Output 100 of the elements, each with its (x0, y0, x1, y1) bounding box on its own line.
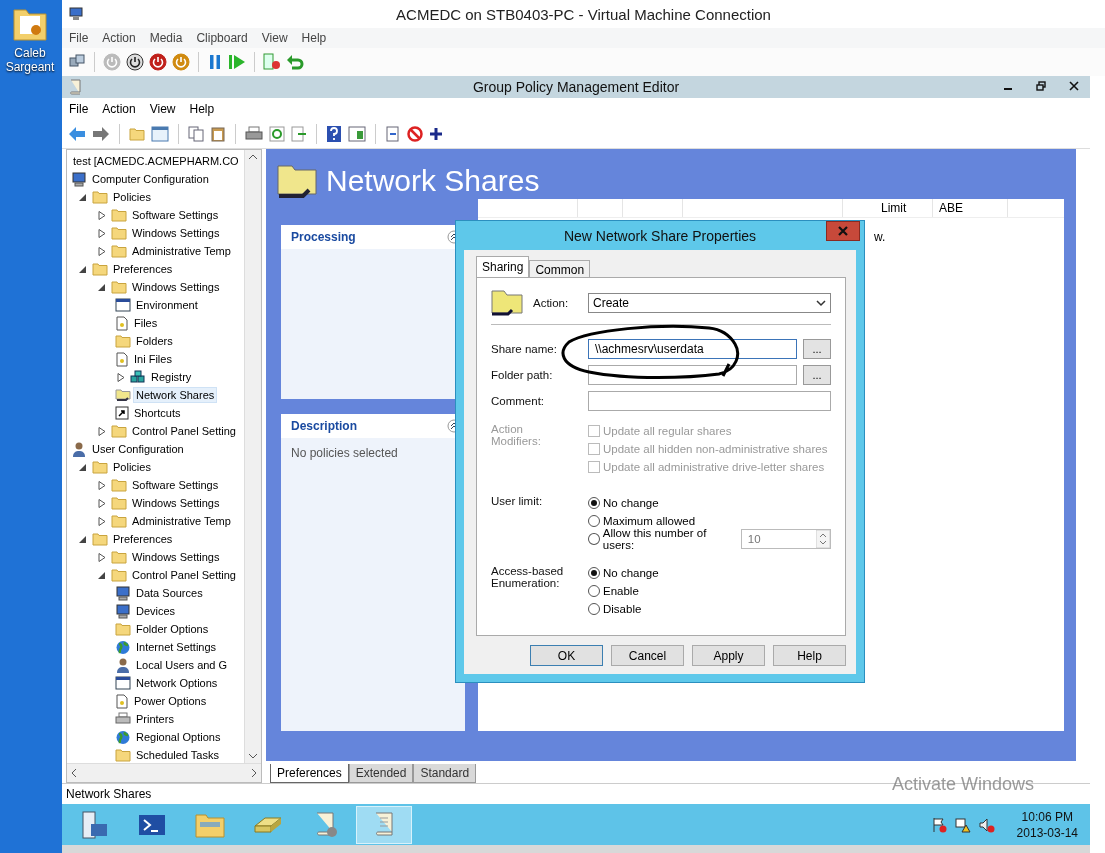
tree-item[interactable]: Software Settings (130, 478, 221, 492)
tree-item[interactable]: Power Options (132, 694, 209, 708)
view-tab[interactable]: Preferences (270, 764, 349, 783)
tree-item[interactable]: Shortcuts (132, 406, 183, 420)
expander-icon[interactable] (79, 462, 87, 472)
tree-item[interactable]: User Configuration (90, 442, 186, 456)
expander-icon[interactable] (98, 426, 106, 436)
radio-button[interactable] (588, 585, 600, 597)
tree-item[interactable]: Devices (134, 604, 178, 618)
menu-item[interactable]: Action (95, 102, 143, 116)
tree-item[interactable]: Windows Settings (130, 496, 222, 510)
expander-icon[interactable] (98, 516, 106, 526)
tree-item[interactable]: Network Shares (134, 388, 217, 402)
column-header[interactable]: ABE (933, 199, 1008, 217)
view-tab[interactable]: Extended (348, 764, 414, 783)
tree-item[interactable]: Computer Configuration (90, 172, 211, 186)
menu-item[interactable]: View (142, 102, 183, 116)
expander-icon[interactable] (79, 264, 87, 274)
tree-item[interactable]: Folders (134, 334, 175, 348)
view-tab[interactable]: Standard (413, 764, 477, 783)
flag-icon[interactable] (930, 816, 947, 833)
column-header[interactable]: Limit (843, 199, 933, 217)
tree-item[interactable]: Environment (134, 298, 200, 312)
tree-item[interactable]: Windows Settings (130, 550, 222, 564)
browse-button[interactable]: ... (803, 365, 831, 385)
tree-item[interactable]: Files (132, 316, 160, 330)
radio-button[interactable] (588, 567, 600, 579)
radio-button[interactable] (588, 497, 600, 509)
stop-icon[interactable] (407, 126, 423, 142)
copy-icon[interactable] (188, 126, 204, 142)
menu-item[interactable]: Help (294, 31, 334, 45)
expander-icon[interactable] (98, 228, 106, 238)
dialog-tab[interactable]: Common (529, 260, 591, 277)
tree-item[interactable]: Regional Options (134, 730, 223, 744)
tree-item[interactable]: Preferences (111, 532, 175, 546)
menu-item[interactable]: View (254, 31, 295, 45)
desktop-icon-label[interactable]: Caleb Sargeant (2, 46, 58, 74)
tree-item[interactable]: Windows Settings (130, 280, 222, 294)
expander-icon[interactable] (98, 480, 106, 490)
tree-item[interactable]: Control Panel Setting (130, 424, 238, 438)
expander-icon[interactable] (79, 534, 87, 544)
plus-icon[interactable] (429, 127, 443, 141)
tree-item[interactable]: Network Options (134, 676, 220, 690)
pane-icon[interactable] (348, 126, 366, 142)
text-field[interactable]: \\achmesrv\userdata (588, 339, 797, 359)
tree-item[interactable]: Preferences (111, 262, 175, 276)
dialog-button[interactable]: Apply (692, 645, 765, 666)
expander-icon[interactable] (98, 246, 106, 256)
forward-icon[interactable] (92, 126, 110, 142)
tree-item[interactable]: Windows Settings (130, 226, 222, 240)
menu-item[interactable]: Action (95, 31, 143, 45)
tree-item[interactable]: Folder Options (134, 622, 211, 636)
undo-icon[interactable] (286, 53, 304, 71)
tree-item[interactable]: Data Sources (134, 586, 205, 600)
dialog-button[interactable]: OK (530, 645, 603, 666)
paste-icon[interactable] (210, 126, 226, 142)
refresh-icon[interactable] (269, 126, 285, 142)
browse-button[interactable]: ... (803, 339, 831, 359)
tree-item[interactable]: test [ACMEDC.ACMEPHARM.CO (71, 154, 241, 168)
expander-icon[interactable] (98, 552, 106, 562)
dialog-button[interactable]: Cancel (611, 645, 684, 666)
pause-icon[interactable] (207, 53, 223, 71)
menu-item[interactable]: Help (182, 102, 222, 116)
vertical-scrollbar[interactable] (244, 150, 261, 763)
pane-toggle-icon[interactable] (151, 126, 169, 142)
expander-icon[interactable] (98, 282, 106, 292)
expander-icon[interactable] (98, 498, 106, 508)
clock-time[interactable]: 10:06 PM (1021, 808, 1073, 825)
tree-item[interactable]: Administrative Temp (130, 244, 233, 258)
network-warning-icon[interactable] (954, 816, 971, 833)
help-icon[interactable] (326, 125, 342, 143)
tree-item[interactable]: Administrative Temp (130, 514, 233, 528)
expander-icon[interactable] (117, 372, 125, 382)
tree-item[interactable]: Registry (149, 370, 194, 384)
export-icon[interactable] (291, 126, 307, 142)
tree-item[interactable]: Scheduled Tasks (134, 748, 221, 762)
power-icon[interactable] (149, 53, 167, 71)
tree-item[interactable]: Policies (111, 190, 153, 204)
tree-item[interactable]: Control Panel Setting (130, 568, 238, 582)
tree-item[interactable]: Ini Files (132, 352, 174, 366)
back-icon[interactable] (68, 126, 86, 142)
menu-item[interactable]: Clipboard (189, 31, 255, 45)
tree-item[interactable]: Printers (134, 712, 176, 726)
menu-item[interactable]: File (62, 31, 96, 45)
number-spinner[interactable]: 10 (740, 529, 831, 549)
clock-date[interactable]: 2013-03-14 (1016, 824, 1078, 841)
document-icon[interactable] (385, 126, 401, 142)
tree-item[interactable]: Local Users and G (134, 658, 230, 672)
expander-icon[interactable] (98, 570, 106, 580)
radio-button[interactable] (588, 603, 600, 615)
text-field[interactable] (588, 391, 831, 411)
tree-item[interactable]: Internet Settings (134, 640, 219, 654)
speaker-muted-icon[interactable] (978, 816, 995, 833)
radio-button[interactable] (588, 515, 600, 527)
dialog-tab[interactable]: Sharing (476, 256, 530, 277)
play-icon[interactable] (228, 53, 246, 71)
radio-button[interactable] (588, 533, 600, 545)
expander-icon[interactable] (79, 192, 87, 202)
horizontal-scrollbar[interactable] (67, 763, 261, 782)
dialog-button[interactable]: Help (773, 645, 846, 666)
